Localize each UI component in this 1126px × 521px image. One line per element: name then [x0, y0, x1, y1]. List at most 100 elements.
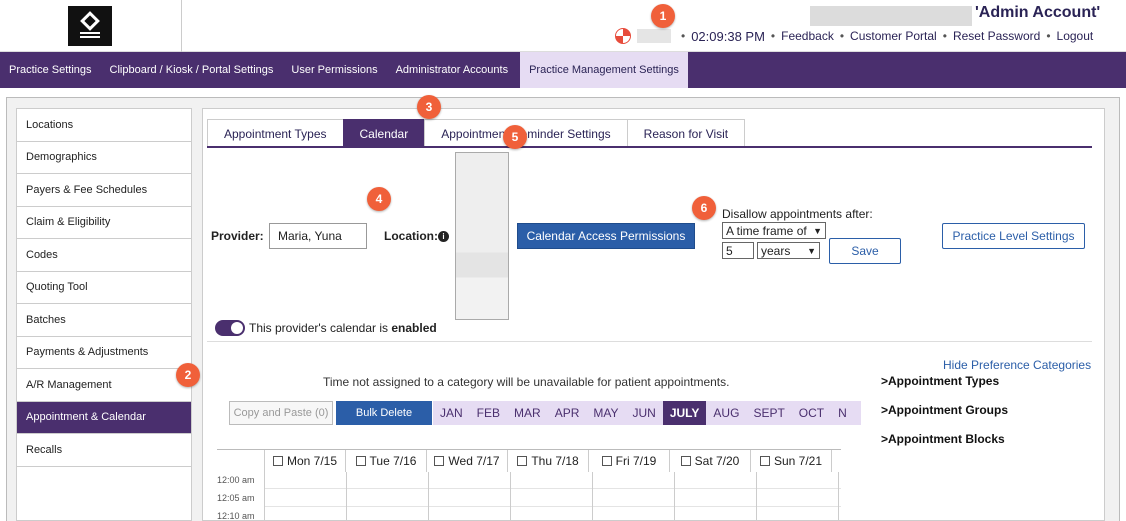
- step-badge-5: 5: [503, 125, 527, 149]
- month-apr[interactable]: APR: [548, 401, 587, 425]
- day-checkbox[interactable]: [517, 456, 528, 466]
- copy-and-paste-button[interactable]: Copy and Paste (0): [229, 401, 333, 425]
- timeframe-select[interactable]: A time frame of ▼: [722, 222, 826, 239]
- day-checkbox[interactable]: [272, 456, 283, 466]
- day-checkbox[interactable]: [434, 456, 445, 466]
- month-nov-partial[interactable]: N: [831, 401, 854, 425]
- customer-portal-link[interactable]: Customer Portal: [850, 29, 937, 43]
- pref-appointment-groups[interactable]: >Appointment Groups: [881, 403, 1008, 417]
- provider-field[interactable]: Maria, Yuna: [269, 223, 367, 249]
- calendar-access-permissions-button[interactable]: Calendar Access Permissions: [517, 223, 695, 249]
- save-button[interactable]: Save: [829, 238, 901, 264]
- session-clock: 02:09:38 PM: [691, 28, 765, 44]
- chevron-right-icon: >: [881, 403, 889, 417]
- info-icon[interactable]: i: [438, 231, 449, 242]
- sidebar-item-appointment-calendar[interactable]: Appointment & Calendar: [17, 401, 191, 434]
- tab-appointment-types[interactable]: Appointment Types: [207, 119, 344, 147]
- time-slot-label: 12:00 am: [217, 475, 255, 485]
- settings-sidebar: Locations Demographics Payers & Fee Sche…: [16, 108, 192, 521]
- disallow-label: Disallow appointments after:: [722, 207, 873, 221]
- nav-user-permissions[interactable]: User Permissions: [282, 52, 386, 88]
- tab-calendar[interactable]: Calendar: [342, 119, 426, 147]
- practice-level-settings-button[interactable]: Practice Level Settings: [942, 223, 1085, 249]
- day-label: Sun 7/21: [773, 454, 823, 468]
- month-july[interactable]: JULY: [662, 401, 707, 425]
- toggle-knob: [231, 322, 243, 334]
- day-label: Tue 7/16: [369, 454, 417, 468]
- sidebar-item-locations[interactable]: Locations: [17, 109, 191, 142]
- day-label: Sat 7/20: [694, 454, 740, 468]
- month-jan[interactable]: JAN: [433, 401, 470, 425]
- calendar-enabled-text: This provider's calendar is enabled: [249, 321, 437, 335]
- nav-practice-management-settings[interactable]: Practice Management Settings: [520, 52, 688, 88]
- month-oct[interactable]: OCT: [792, 401, 831, 425]
- help-link-redacted[interactable]: [637, 29, 671, 43]
- month-sept[interactable]: SEPT: [746, 401, 791, 425]
- chevron-right-icon: >: [881, 432, 889, 446]
- header-divider: [181, 0, 182, 52]
- app-header: 'Admin Account' • 02:09:38 PM • Feedback…: [0, 0, 1126, 52]
- timeframe-unit-select[interactable]: years ▼: [757, 242, 820, 259]
- month-mar[interactable]: MAR: [507, 401, 548, 425]
- timeframe-select-value: A time frame of: [726, 223, 807, 238]
- pref-appointment-groups-label: Appointment Groups: [888, 403, 1009, 417]
- grid-line: [346, 472, 347, 521]
- time-slot-label: 12:05 am: [217, 493, 255, 503]
- sidebar-item-payments-adjustments[interactable]: Payments & Adjustments: [17, 337, 191, 369]
- sidebar-item-codes[interactable]: Codes: [17, 239, 191, 272]
- location-listbox[interactable]: [455, 152, 509, 320]
- tab-underline: [207, 146, 1092, 148]
- month-feb[interactable]: FEB: [470, 401, 507, 425]
- reset-password-link[interactable]: Reset Password: [953, 29, 1040, 43]
- day-header-wed[interactable]: Wed 7/17: [426, 450, 508, 472]
- calendar-settings-panel: Appointment Types Calendar Appointment R…: [202, 108, 1105, 521]
- month-may[interactable]: MAY: [586, 401, 625, 425]
- nav-administrator-accounts[interactable]: Administrator Accounts: [387, 52, 518, 88]
- day-checkbox[interactable]: [680, 456, 691, 466]
- day-header-thu[interactable]: Thu 7/18: [507, 450, 589, 472]
- day-label: Fri 7/19: [615, 454, 657, 468]
- tab-reason-for-visit[interactable]: Reason for Visit: [626, 119, 746, 147]
- calendar-enabled-toggle[interactable]: [215, 320, 245, 336]
- sidebar-item-recalls[interactable]: Recalls: [17, 434, 191, 467]
- practice-logo[interactable]: [68, 6, 112, 46]
- sidebar-item-payers-fee-schedules[interactable]: Payers & Fee Schedules: [17, 174, 191, 207]
- bulk-delete-button[interactable]: Bulk Delete: [336, 401, 432, 425]
- sidebar-item-batches[interactable]: Batches: [17, 304, 191, 337]
- day-header-sun[interactable]: Sun 7/21: [750, 450, 832, 472]
- day-label: Thu 7/18: [531, 454, 579, 468]
- pref-appointment-blocks[interactable]: >Appointment Blocks: [881, 432, 1005, 446]
- month-aug[interactable]: AUG: [706, 401, 746, 425]
- feedback-link[interactable]: Feedback: [781, 29, 834, 43]
- chevron-right-icon: >: [881, 374, 889, 388]
- day-checkbox[interactable]: [601, 456, 612, 466]
- lifebuoy-help-icon[interactable]: [615, 28, 631, 44]
- pref-appointment-types[interactable]: >Appointment Types: [881, 374, 999, 388]
- day-header-mon[interactable]: Mon 7/15: [264, 450, 346, 472]
- sidebar-item-claim-eligibility[interactable]: Claim & Eligibility: [17, 207, 191, 239]
- account-title: 'Admin Account': [975, 4, 1101, 21]
- day-header-fri[interactable]: Fri 7/19: [588, 450, 670, 472]
- time-row-line: [265, 506, 841, 507]
- chevron-down-icon: ▼: [807, 245, 816, 256]
- day-header-tue[interactable]: Tue 7/16: [345, 450, 427, 472]
- day-header-sat[interactable]: Sat 7/20: [669, 450, 751, 472]
- time-slot-label: 12:10 am: [217, 511, 255, 521]
- step-badge-1: 1: [651, 4, 675, 28]
- hide-preference-categories-link[interactable]: Hide Preference Categories: [943, 358, 1091, 372]
- sidebar-item-ar-management[interactable]: A/R Management: [17, 369, 191, 402]
- toggle-prefix: This provider's calendar is: [249, 321, 392, 335]
- step-badge-2: 2: [176, 363, 200, 387]
- settings-tabs: Appointment Types Calendar Appointment R…: [207, 119, 746, 147]
- sidebar-item-demographics[interactable]: Demographics: [17, 142, 191, 174]
- logout-link[interactable]: Logout: [1057, 29, 1094, 43]
- timeframe-amount-input[interactable]: 5: [722, 242, 754, 259]
- nav-clipboard-kiosk-portal[interactable]: Clipboard / Kiosk / Portal Settings: [101, 52, 283, 88]
- separator: •: [770, 29, 776, 43]
- logo-icon: [80, 11, 100, 38]
- month-jun[interactable]: JUN: [626, 401, 663, 425]
- nav-practice-settings[interactable]: Practice Settings: [0, 52, 101, 88]
- day-checkbox[interactable]: [355, 456, 366, 466]
- day-checkbox[interactable]: [759, 456, 770, 466]
- sidebar-item-quoting-tool[interactable]: Quoting Tool: [17, 272, 191, 304]
